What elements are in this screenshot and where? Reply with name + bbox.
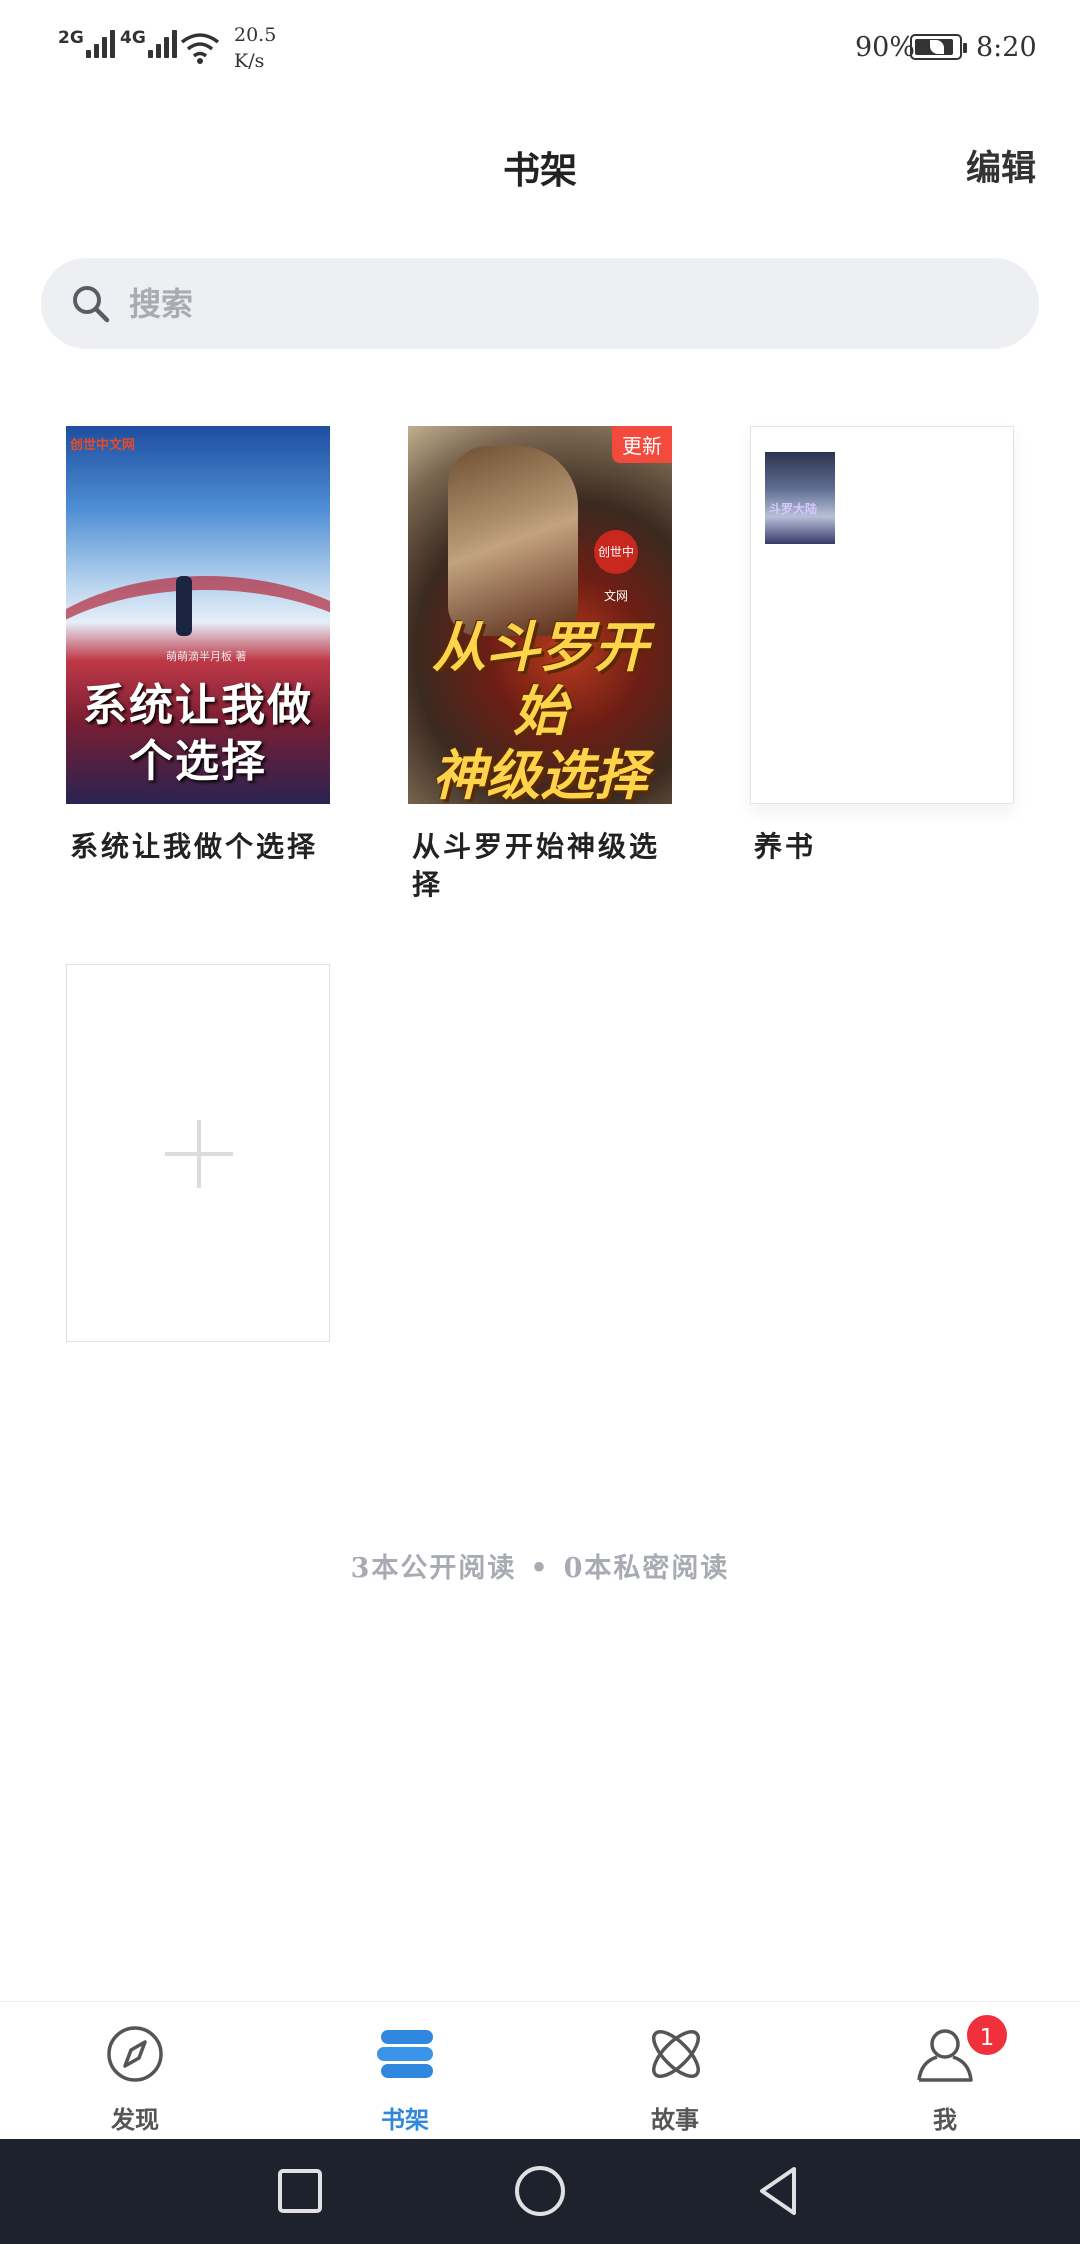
public-reading-count: 3本公开阅读 <box>350 1553 517 1584</box>
book-cover[interactable]: 创世中文网 萌萌滴半月板 著 系统让我做 个选择 <box>66 426 330 804</box>
cover-title-line: 神级选择 <box>432 744 648 804</box>
book-item[interactable]: 创世中文网 萌萌滴半月板 著 系统让我做 个选择 系统让我做个选择 <box>66 426 330 866</box>
book-item[interactable]: 斗罗大陆 养书 <box>750 426 1014 866</box>
nav-label: 我 <box>933 2105 957 2134</box>
nav-tab-me[interactable]: 1 我 <box>810 2002 1080 2140</box>
cover-title-line: 个选择 <box>129 736 267 787</box>
nav-label: 发现 <box>111 2105 159 2134</box>
book-thumbnail: 斗罗大陆 <box>765 452 835 544</box>
network-speed-unit: K/s <box>234 50 265 72</box>
wifi-icon <box>180 33 220 64</box>
reading-stats: 3本公开阅读 • 0本私密阅读 <box>0 1546 1080 1585</box>
sim1-label: 2G <box>58 28 84 48</box>
book-cover[interactable]: 斗罗大陆 <box>750 426 1014 804</box>
book-title[interactable]: 从斗罗开始神级选择 <box>408 828 672 904</box>
nav-tab-discover[interactable]: 发现 <box>0 2002 270 2140</box>
nav-label: 故事 <box>651 2105 699 2134</box>
bottom-nav: 发现 书架 故事 1 我 <box>0 2001 1080 2139</box>
nav-label: 书架 <box>381 2105 429 2134</box>
power-saving-leaf-icon <box>930 40 944 54</box>
book-cover[interactable]: 创世中文网 从斗罗开始 神级选择 更新 <box>408 426 672 804</box>
cover-title-line: 从斗罗开始 <box>432 616 648 743</box>
cover-author: 萌萌滴半月板 著 <box>166 650 247 663</box>
private-reading-count: 0本私密阅读 <box>563 1553 730 1584</box>
cover-title-text: 从斗罗开始 神级选择 <box>408 616 672 804</box>
nav-tab-stories[interactable]: 故事 <box>540 2002 810 2140</box>
system-nav-bar <box>0 2139 1080 2244</box>
sim1-signal-icon: 2G <box>58 28 115 58</box>
atom-icon <box>652 2030 700 2078</box>
compass-icon <box>107 2026 163 2082</box>
cover-title-line: 系统让我做 <box>83 680 313 731</box>
back-button[interactable] <box>750 2161 810 2221</box>
network-speed-value: 20.5 <box>234 24 277 46</box>
thumbnail-text: 斗罗大陆 <box>769 502 818 516</box>
search-input[interactable] <box>129 284 929 323</box>
book-title[interactable]: 养书 <box>750 828 1014 866</box>
recent-apps-button[interactable] <box>270 2161 330 2221</box>
cover-figure <box>176 576 192 636</box>
search-bar[interactable] <box>41 258 1039 349</box>
battery-percentage: 90% <box>855 32 916 63</box>
clock: 8:20 <box>976 32 1037 63</box>
bookshelf-icon <box>377 2030 433 2078</box>
stats-separator: • <box>530 1553 550 1584</box>
page-title: 书架 <box>503 148 577 192</box>
book-title[interactable]: 系统让我做个选择 <box>66 828 330 866</box>
status-bar: 2G 4G 20.5 K/s 90% 8:20 <box>0 0 1080 100</box>
network-speed: 20.5 K/s <box>234 22 276 74</box>
sim2-signal-icon: 4G <box>120 28 177 58</box>
notification-badge: 1 <box>964 2012 1010 2058</box>
search-icon <box>73 285 110 322</box>
update-badge: 更新 <box>612 426 672 463</box>
nav-tab-bookshelf[interactable]: 书架 <box>270 2002 540 2140</box>
battery-icon <box>910 34 967 60</box>
cover-figure <box>448 446 578 636</box>
edit-button[interactable]: 编辑 <box>966 140 1036 191</box>
add-book-button[interactable] <box>66 964 330 1342</box>
cover-brand-logo: 创世中文网 <box>594 530 638 603</box>
cover-title-text: 系统让我做 个选择 <box>66 678 330 790</box>
cover-brand-logo: 创世中文网 <box>70 438 136 453</box>
sim2-label: 4G <box>120 28 146 48</box>
home-button[interactable] <box>510 2161 570 2221</box>
book-item[interactable]: 创世中文网 从斗罗开始 神级选择 更新 从斗罗开始神级选择 <box>408 426 672 904</box>
